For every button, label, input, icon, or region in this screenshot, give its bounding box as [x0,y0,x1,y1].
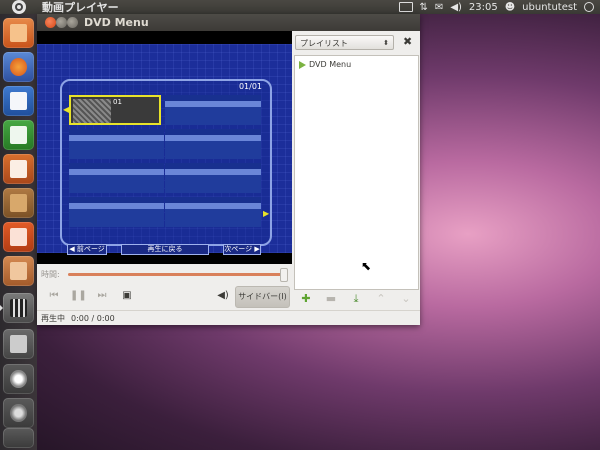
next-icon[interactable]: ⏭ [94,289,110,303]
volume-icon[interactable]: ◀) [215,289,231,303]
maximize-window-icon[interactable] [67,17,78,28]
ubuntu-one-icon[interactable] [3,222,34,252]
time-slider-handle[interactable] [280,268,288,282]
playlist-item[interactable]: DVD Menu [299,60,351,69]
writer-icon[interactable] [3,86,34,116]
movie-player-icon[interactable] [0,293,34,323]
right-arrow-icon: ▶ [263,209,270,218]
dvd-chapter[interactable] [110,197,164,227]
minimize-window-icon[interactable] [56,17,67,28]
title-bar[interactable]: DVD Menu [37,14,420,31]
dvd-return-button[interactable]: 再生に戻る [121,244,209,255]
impress-icon[interactable] [3,154,34,184]
search-icon[interactable] [3,364,34,394]
launcher [0,14,37,450]
sidebar-toggle-button[interactable]: サイドバー(I) [235,286,290,308]
chapter-thumbnail [73,99,111,123]
dvd-chapter[interactable] [207,95,261,125]
volume-icon[interactable]: ◀) [450,2,462,13]
save-icon[interactable]: ⤓ [349,292,363,306]
playlist-header: プレイリスト ⬍ ✖ [295,33,420,53]
dvd-chapter[interactable] [207,129,261,159]
time-slider-row: 時間: [37,265,292,283]
movie-player-window: DVD Menu 01/01 01 ◀ ▶ ◀ 前ページ 再生に戻る 次ページ … [37,14,420,325]
keyboard-icon[interactable] [398,2,413,12]
dvd-chapter[interactable] [207,163,261,193]
firefox-icon[interactable] [3,52,34,82]
time-slider[interactable] [68,273,284,276]
pause-icon[interactable]: ❚❚ [70,289,87,303]
clock[interactable]: 23:05 [469,2,498,13]
ubuntu-logo-icon[interactable] [12,0,26,14]
dvd-next-page-button[interactable]: 次ページ ▶ [223,244,261,255]
mail-icon[interactable]: ✉ [435,2,443,13]
applications-icon[interactable] [3,398,34,428]
dvd-prev-page-button[interactable]: ◀ 前ページ [67,244,107,255]
power-icon[interactable] [584,2,594,12]
dvd-page-indicator: 01/01 [238,82,262,91]
system-tray: ⇅ ✉ ◀) 23:05 ☻ ubuntutest [398,0,594,14]
playlist-item-label: DVD Menu [309,60,352,69]
playlist[interactable]: DVD Menu [294,55,419,290]
chapter-number: 01 [113,98,122,106]
playback-controls: ⏮ ❚❚ ⏭ ▣ ◀) サイドバー(I) [37,286,292,308]
app-icon[interactable] [3,256,34,286]
user-icon: ☻ [504,1,516,13]
workspace-switcher-icon[interactable] [3,329,34,359]
video-area[interactable]: 01/01 01 ◀ ▶ ◀ 前ページ 再生に戻る 次ページ ▶ [37,31,292,264]
dvd-chapter[interactable] [110,163,164,193]
fullscreen-icon[interactable]: ▣ [119,289,135,303]
drive-icon[interactable] [3,428,34,448]
add-icon[interactable]: ✚ [299,292,313,306]
dvd-chapter-selected[interactable]: 01 [69,95,161,125]
playlist-selector-value: プレイリスト [300,39,348,48]
dropdown-arrow-icon: ⬍ [383,39,389,47]
home-folder-icon[interactable] [3,18,34,48]
time-label: 時間: [41,270,60,279]
close-window-icon[interactable] [45,17,56,28]
play-icon [299,60,306,69]
close-sidebar-icon[interactable]: ✖ [403,35,412,48]
app-title: 動画プレイヤー [42,1,119,14]
left-arrow-icon: ◀ [63,105,70,114]
user-name[interactable]: ubuntutest [522,2,577,13]
previous-icon[interactable]: ⏮ [46,289,62,303]
playlist-toolbar: ✚ ▬ ⤓ ⌃ ⌄ [295,292,420,308]
time-readout: 0:00 / 0:00 [71,313,115,323]
dvd-menu: 01/01 01 ◀ ▶ ◀ 前ページ 再生に戻る 次ページ ▶ [37,44,292,255]
move-up-icon[interactable]: ⌃ [374,292,388,306]
playback-status: 再生中 [41,313,65,323]
mouse-cursor-icon: ⬉ [361,259,372,273]
move-down-icon[interactable]: ⌄ [399,292,413,306]
status-bar: 再生中 0:00 / 0:00 [37,310,420,325]
software-center-icon[interactable] [3,188,34,218]
window-title: DVD Menu [84,16,149,29]
playlist-selector[interactable]: プレイリスト ⬍ [295,35,394,50]
top-panel: 動画プレイヤー ⇅ ✉ ◀) 23:05 ☻ ubuntutest [0,0,600,14]
dvd-chapter[interactable] [207,197,261,227]
remove-icon[interactable]: ▬ [324,292,338,306]
network-icon[interactable]: ⇅ [420,2,428,13]
dvd-chapter[interactable] [110,129,164,159]
calc-icon[interactable] [3,120,34,150]
